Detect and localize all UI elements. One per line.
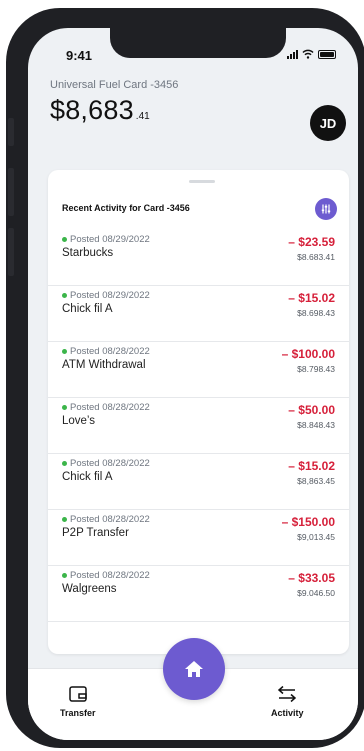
merchant-name: Love’s <box>62 415 96 427</box>
filter-button[interactable] <box>315 198 337 220</box>
transaction-amount: – $15.02 <box>288 459 335 473</box>
posted-date: Posted 08/28/2022 <box>62 514 150 525</box>
card-name: Universal Fuel Card -3456 <box>50 79 179 91</box>
running-balance: $8.698.43 <box>297 308 335 318</box>
balance-amount: $8,683 <box>50 95 134 125</box>
posted-dot-icon <box>62 405 67 410</box>
card-balance: $8,683 .41 <box>50 95 150 126</box>
posted-dot-icon <box>62 573 67 578</box>
volume-down-button <box>8 228 14 276</box>
posted-date: Posted 08/28/2022 <box>62 570 150 581</box>
swap-arrows-icon <box>278 685 297 703</box>
status-icons <box>287 49 336 59</box>
wallet-icon <box>69 686 87 702</box>
transaction-row[interactable]: Posted 08/28/2022 ATM Withdrawal – $100.… <box>48 342 349 398</box>
merchant-name: Chick fil A <box>62 471 113 483</box>
activity-sheet: Recent Activity for Card -3456 Posted 08… <box>48 170 349 654</box>
balance-cents: .41 <box>135 111 150 122</box>
merchant-name: P2P Transfer <box>62 527 129 539</box>
home-button[interactable] <box>163 638 225 700</box>
running-balance: $8.683.41 <box>297 252 335 262</box>
transaction-row[interactable]: Posted 08/28/2022 Chick fil A – $15.02 $… <box>48 454 349 510</box>
running-balance: $9.046.50 <box>297 588 335 598</box>
merchant-name: Starbucks <box>62 247 114 259</box>
transaction-row[interactable]: Posted 08/28/2022 Love’s – $50.00 $8.848… <box>48 398 349 454</box>
battery-icon <box>318 49 336 59</box>
volume-up-button <box>8 168 14 216</box>
sheet-handle[interactable] <box>189 180 215 183</box>
posted-dot-icon <box>62 517 67 522</box>
avatar[interactable]: JD <box>310 105 346 141</box>
tab-activity[interactable]: Activity <box>271 685 304 718</box>
posted-date: Posted 08/28/2022 <box>62 458 150 469</box>
posted-dot-icon <box>62 293 67 298</box>
posted-dot-icon <box>62 237 67 242</box>
running-balance: $8,863.45 <box>297 476 335 486</box>
posted-date: Posted 08/28/2022 <box>62 402 150 413</box>
transaction-amount: – $15.02 <box>288 291 335 305</box>
wifi-icon <box>302 49 314 59</box>
transaction-amount: – $150.00 <box>281 515 335 529</box>
transaction-row[interactable]: Posted 08/28/2022 Walgreens – $33.05 $9.… <box>48 566 349 622</box>
posted-date: Posted 08/29/2022 <box>62 290 150 301</box>
signal-icon <box>287 49 298 59</box>
merchant-name: Walgreens <box>62 583 117 595</box>
mute-switch <box>8 118 14 146</box>
tab-transfer[interactable]: Transfer <box>60 685 96 718</box>
transaction-row[interactable]: Posted 08/29/2022 Chick fil A – $15.02 $… <box>48 286 349 342</box>
transaction-amount: – $50.00 <box>288 403 335 417</box>
running-balance: $8.848.43 <box>297 420 335 430</box>
tab-activity-label: Activity <box>271 708 304 718</box>
status-time: 9:41 <box>66 48 93 63</box>
transaction-list: Posted 08/29/2022 Starbucks – $23.59 $8.… <box>48 230 349 622</box>
transaction-amount: – $33.05 <box>288 571 335 585</box>
merchant-name: Chick fil A <box>62 303 113 315</box>
running-balance: $9,013.45 <box>297 532 335 542</box>
posted-dot-icon <box>62 349 67 354</box>
transaction-amount: – $23.59 <box>288 235 335 249</box>
merchant-name: ATM Withdrawal <box>62 359 146 371</box>
activity-title: Recent Activity for Card -3456 <box>62 203 190 213</box>
posted-dot-icon <box>62 461 67 466</box>
filter-sliders-icon <box>321 204 331 214</box>
transaction-row[interactable]: Posted 08/28/2022 P2P Transfer – $150.00… <box>48 510 349 566</box>
running-balance: $8.798.43 <box>297 364 335 374</box>
home-icon <box>185 661 203 677</box>
posted-date: Posted 08/28/2022 <box>62 346 150 357</box>
tab-transfer-label: Transfer <box>60 708 96 718</box>
transaction-row[interactable]: Posted 08/29/2022 Starbucks – $23.59 $8.… <box>48 230 349 286</box>
posted-date: Posted 08/29/2022 <box>62 234 150 245</box>
transaction-amount: – $100.00 <box>281 347 335 361</box>
notch <box>110 28 286 58</box>
app-screen: 9:41 Universal Fuel Card -3456 $8,683 .4… <box>28 28 358 740</box>
phone-frame: 9:41 Universal Fuel Card -3456 $8,683 .4… <box>6 8 364 748</box>
